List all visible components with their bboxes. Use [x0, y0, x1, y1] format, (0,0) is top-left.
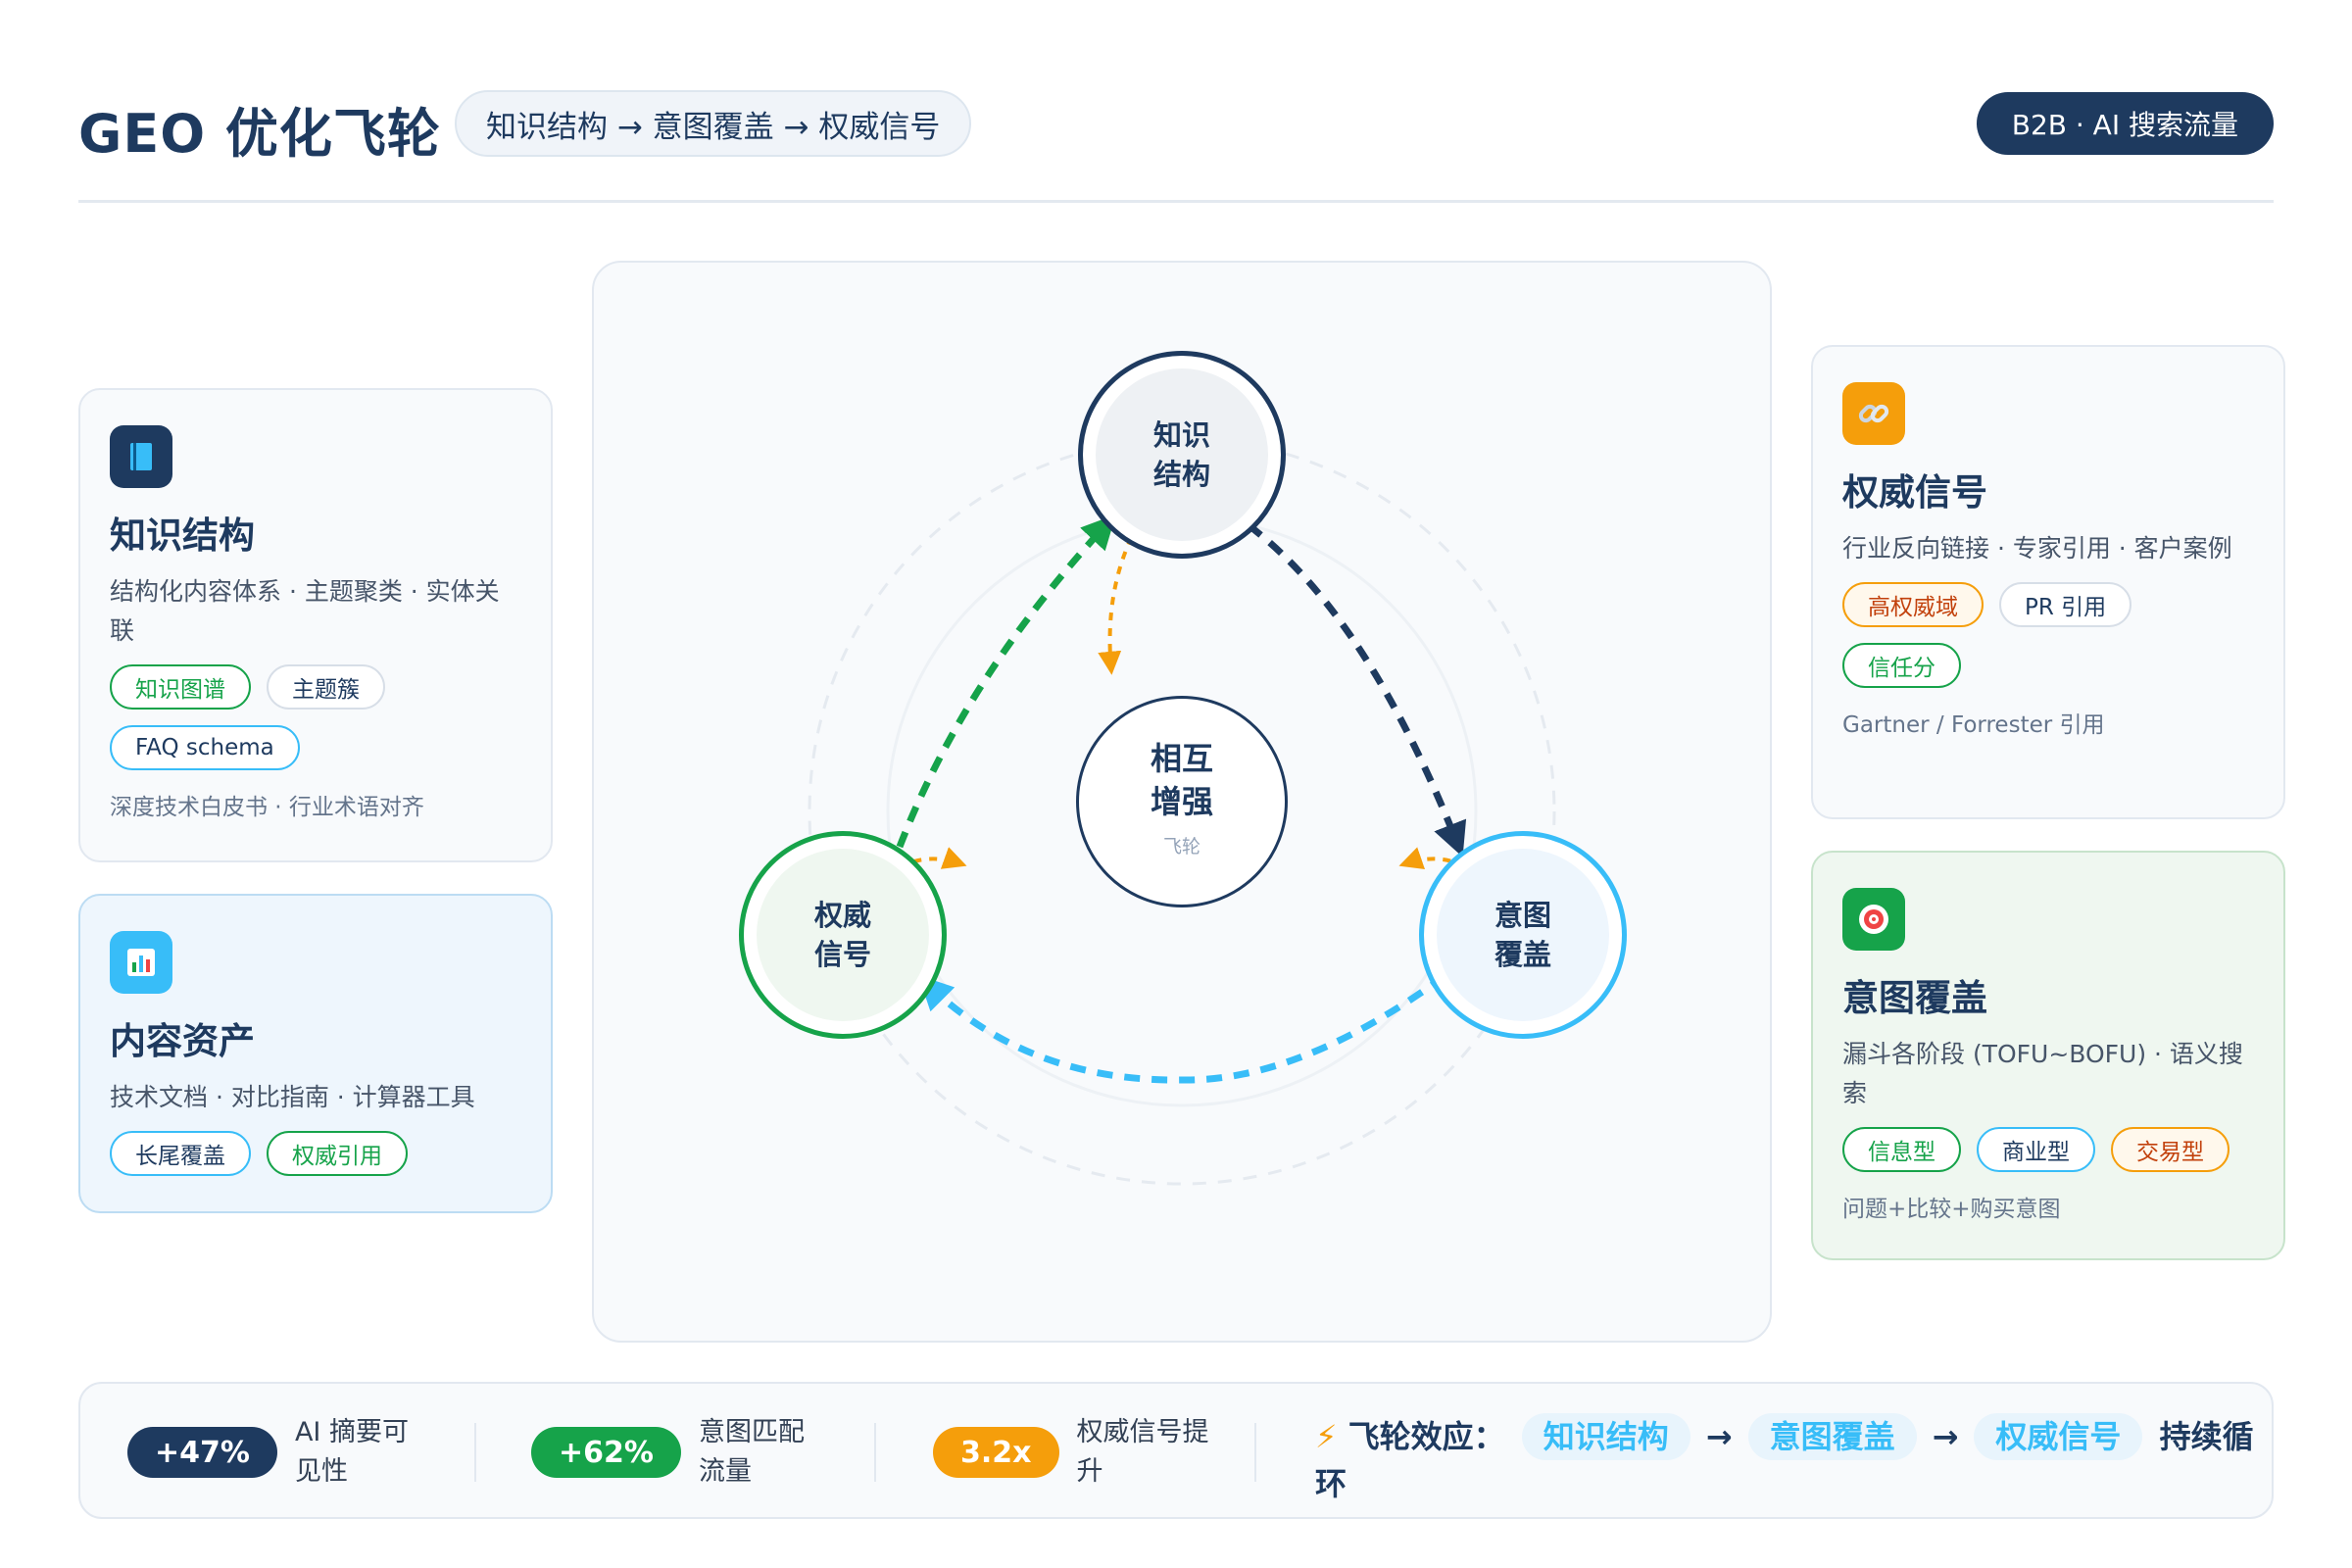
metric-label-line: 权威信号提 [1076, 1417, 1209, 1447]
authority-signal-card: 权威信号 行业反向链接 · 专家引用 · 客户案例 高权威域 PR 引用 信任分… [1811, 345, 2285, 819]
flywheel-effect-summary: ⚡ 飞轮效应： 知识结构 → 意图覆盖 → 权威信号 持续循环 [1315, 1413, 2256, 1507]
node-label: 意图 [1494, 899, 1551, 932]
metric-value: 3.2x [933, 1427, 1059, 1478]
metric-value: +62% [531, 1427, 681, 1478]
node-label: 结构 [1152, 458, 1210, 491]
center-label: 增强 [1150, 783, 1213, 820]
metric-authority-signal-lift: 3.2x 权威信号提 升 [933, 1384, 1209, 1521]
center-label: 相互 [1150, 740, 1213, 777]
card-description: 结构化内容体系 · 主题聚类 · 实体关联 [110, 577, 500, 645]
metric-ai-summary-visibility: +47% AI 摘要可 见性 [127, 1384, 409, 1521]
effect-chip: 知识结构 [1521, 1413, 1690, 1460]
metric-label-line: 流量 [698, 1456, 752, 1487]
tag-list: 长尾覆盖 权威引用 [110, 1131, 521, 1176]
node-label: 覆盖 [1494, 938, 1551, 971]
node-label: 知识 [1152, 418, 1210, 452]
metric-label: AI 摘要可 见性 [295, 1413, 409, 1492]
card-footnote: 问题+比较+购买意图 [1842, 1197, 2061, 1222]
card-description: 技术文档 · 对比指南 · 计算器工具 [110, 1083, 475, 1111]
metric-divider [474, 1423, 476, 1482]
tag[interactable]: 信息型 [1842, 1127, 1961, 1172]
intent-coverage-card: 意图覆盖 漏斗各阶段 (TOFU~BOFU) · 语义搜索 信息型 商业型 交易… [1811, 851, 2285, 1260]
node-center-mutual-reinforce: 相互 增强 飞轮 [1076, 696, 1288, 907]
effect-chip: 权威信号 [1974, 1413, 2143, 1460]
header-divider [78, 200, 2274, 203]
tag[interactable]: 高权威域 [1842, 582, 1984, 627]
lightning-icon: ⚡ [1315, 1418, 1338, 1455]
card-title: 知识结构 [110, 514, 255, 557]
tag-list: 信息型 商业型 交易型 [1842, 1127, 2254, 1172]
bar-chart-icon [110, 931, 172, 994]
metrics-bar: +47% AI 摘要可 见性 +62% 意图匹配 流量 3.2x 权威信号提 升… [78, 1382, 2274, 1519]
card-footnote: 深度技术白皮书 · 行业术语对齐 [110, 795, 424, 820]
tag[interactable]: 权威引用 [267, 1131, 408, 1176]
effect-arrow: → [1932, 1418, 1959, 1455]
book-icon [110, 425, 172, 488]
metric-label-line: 意图匹配 [698, 1417, 805, 1447]
node-knowledge-structure[interactable]: 知识 结构 [1078, 351, 1286, 559]
metric-intent-match-traffic: +62% 意图匹配 流量 [531, 1384, 805, 1521]
flywheel-diagram-panel: 知识 结构 权威 信号 意图 覆盖 相互 增强 飞轮 [592, 261, 1772, 1343]
card-title: 意图覆盖 [1842, 977, 1987, 1019]
node-authority-signal[interactable]: 权威 信号 [739, 831, 947, 1039]
metric-value: +47% [127, 1427, 277, 1478]
page-title: GEO 优化飞轮 [78, 103, 441, 165]
link-icon [1842, 382, 1905, 445]
tag[interactable]: 商业型 [1977, 1127, 2095, 1172]
metric-divider [1254, 1423, 1256, 1482]
tag[interactable]: 信任分 [1842, 643, 1961, 688]
card-title: 内容资产 [110, 1020, 255, 1062]
arrow-intent-to-authority [918, 973, 1447, 1084]
node-label: 信号 [813, 938, 871, 971]
tag[interactable]: 主题簇 [267, 664, 385, 710]
metric-label-line: 见性 [294, 1456, 348, 1487]
center-sublabel: 飞轮 [1162, 836, 1200, 858]
node-label: 权威 [813, 899, 871, 932]
node-intent-coverage[interactable]: 意图 覆盖 [1419, 831, 1627, 1039]
metric-label: 意图匹配 流量 [699, 1413, 805, 1492]
target-icon [1842, 888, 1905, 951]
tag-list: 知识图谱 主题簇 FAQ schema [110, 664, 521, 770]
tag-list: 高权威域 PR 引用 信任分 [1842, 582, 2254, 688]
metric-label-line: AI 摘要可 [294, 1417, 409, 1447]
metric-label: 权威信号提 升 [1077, 1413, 1209, 1492]
effect-arrow: → [1705, 1418, 1733, 1455]
card-footnote: Gartner / Forrester 引用 [1842, 712, 2105, 738]
content-assets-card: 内容资产 技术文档 · 对比指南 · 计算器工具 长尾覆盖 权威引用 [78, 894, 553, 1213]
tag[interactable]: 交易型 [2111, 1127, 2230, 1172]
effect-lead: 飞轮效应： [1348, 1418, 1505, 1455]
effect-chip: 意图覆盖 [1747, 1413, 1917, 1460]
category-badge: B2B · AI 搜索流量 [1976, 92, 2274, 155]
card-description: 漏斗各阶段 (TOFU~BOFU) · 语义搜索 [1842, 1040, 2243, 1107]
card-description: 行业反向链接 · 专家引用 · 客户案例 [1842, 534, 2232, 563]
tag[interactable]: FAQ schema [110, 725, 300, 770]
tag[interactable]: 长尾覆盖 [110, 1131, 251, 1176]
flow-subtitle-pill: 知识结构 → 意图覆盖 → 权威信号 [455, 90, 972, 157]
metric-divider [874, 1423, 876, 1482]
tag[interactable]: PR 引用 [1999, 582, 2132, 627]
card-title: 权威信号 [1842, 471, 1987, 514]
metric-label-line: 升 [1076, 1456, 1103, 1487]
knowledge-structure-card: 知识结构 结构化内容体系 · 主题聚类 · 实体关联 知识图谱 主题簇 FAQ … [78, 388, 553, 862]
tag[interactable]: 知识图谱 [110, 664, 251, 710]
